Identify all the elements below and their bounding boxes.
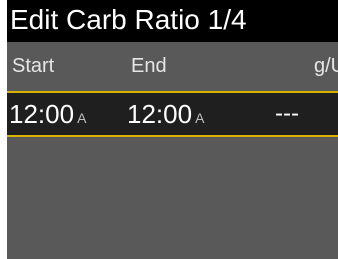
end-time-ampm: A [195,110,205,126]
end-time[interactable]: 12:00 A [127,99,204,133]
pump-screen: Edit Carb Ratio 1/4 Start End g/U 12:00 A… [7,0,338,259]
page-title: Edit Carb Ratio 1/4 [10,4,247,35]
start-time[interactable]: 12:00 A [9,99,86,133]
carb-ratio-value[interactable]: --- [275,99,299,129]
column-header-start: Start [12,55,55,77]
column-header-end: End [131,55,167,77]
start-time-value: 12:00 [9,99,75,129]
column-header-ratio: g/U [314,55,338,77]
start-time-ampm: A [77,110,87,126]
title-bar: Edit Carb Ratio 1/4 [7,0,338,42]
end-time-value: 12:00 [127,99,193,129]
carb-ratio-row[interactable]: 12:00 A 12:00 A --- [7,91,338,137]
column-header-row: Start End g/U [7,42,338,90]
